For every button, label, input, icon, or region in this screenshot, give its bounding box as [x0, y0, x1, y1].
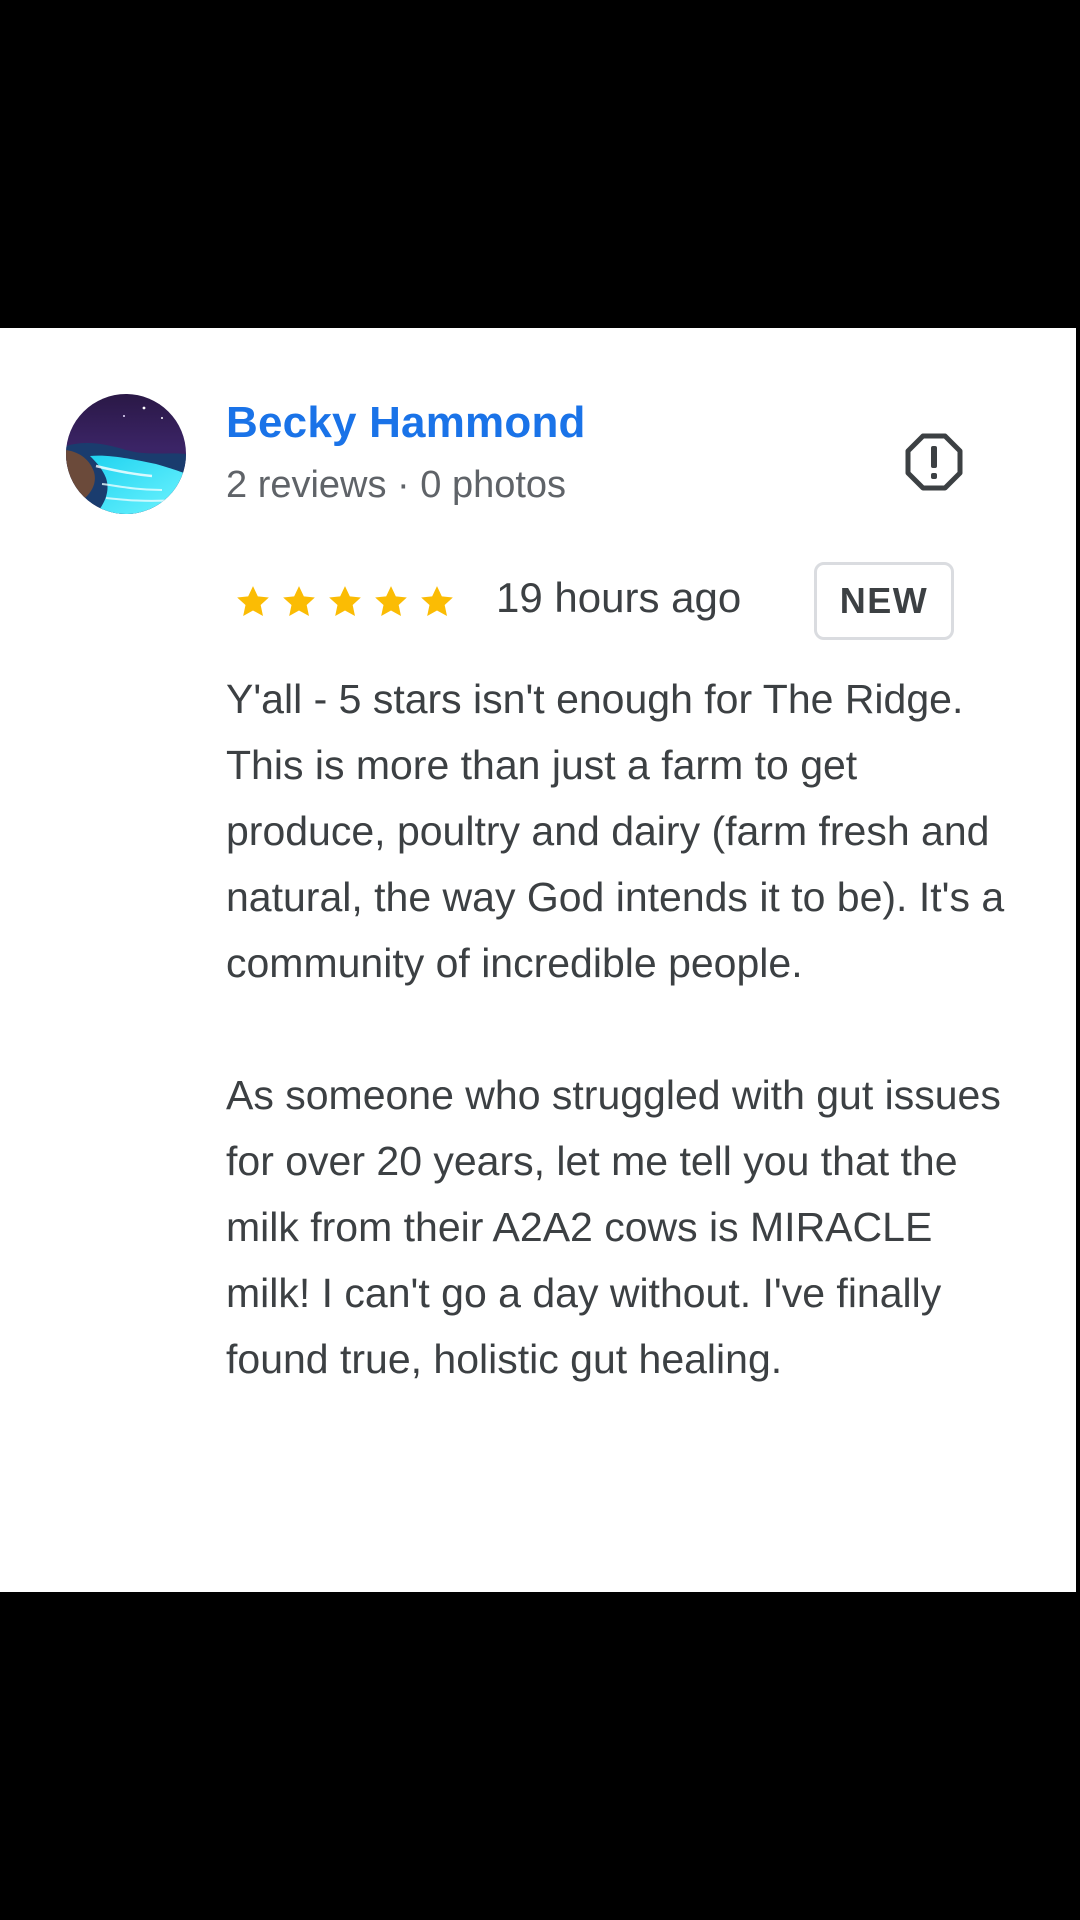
review-paragraph: Y'all - 5 stars isn't enough for The Rid…: [226, 676, 1005, 986]
star-icon: [329, 586, 361, 616]
rating-row: 19 hours ago NEW: [226, 560, 986, 640]
report-review-icon[interactable]: [902, 430, 966, 494]
review-timestamp: 19 hours ago: [496, 574, 742, 621]
review-text: Y'all - 5 stars isn't enough for The Rid…: [226, 666, 1016, 1392]
screen: Becky Hammond 2 reviews · 0 photos 19 ho…: [0, 0, 1080, 1920]
reviewer-name[interactable]: Becky Hammond: [226, 398, 586, 448]
star-icon: [375, 586, 407, 616]
star-icon: [283, 586, 315, 616]
star-icon: [237, 586, 269, 616]
reviewer-avatar[interactable]: [66, 394, 186, 514]
review-card: Becky Hammond 2 reviews · 0 photos 19 ho…: [0, 328, 1076, 1592]
reviewer-stats: 2 reviews · 0 photos: [226, 464, 567, 506]
star-rating: [230, 582, 460, 622]
new-badge: NEW: [814, 562, 954, 640]
star-icon: [421, 586, 453, 616]
review-paragraph: As someone who struggled with gut issues…: [226, 1072, 1001, 1382]
beach-night-avatar-icon: [66, 394, 186, 514]
